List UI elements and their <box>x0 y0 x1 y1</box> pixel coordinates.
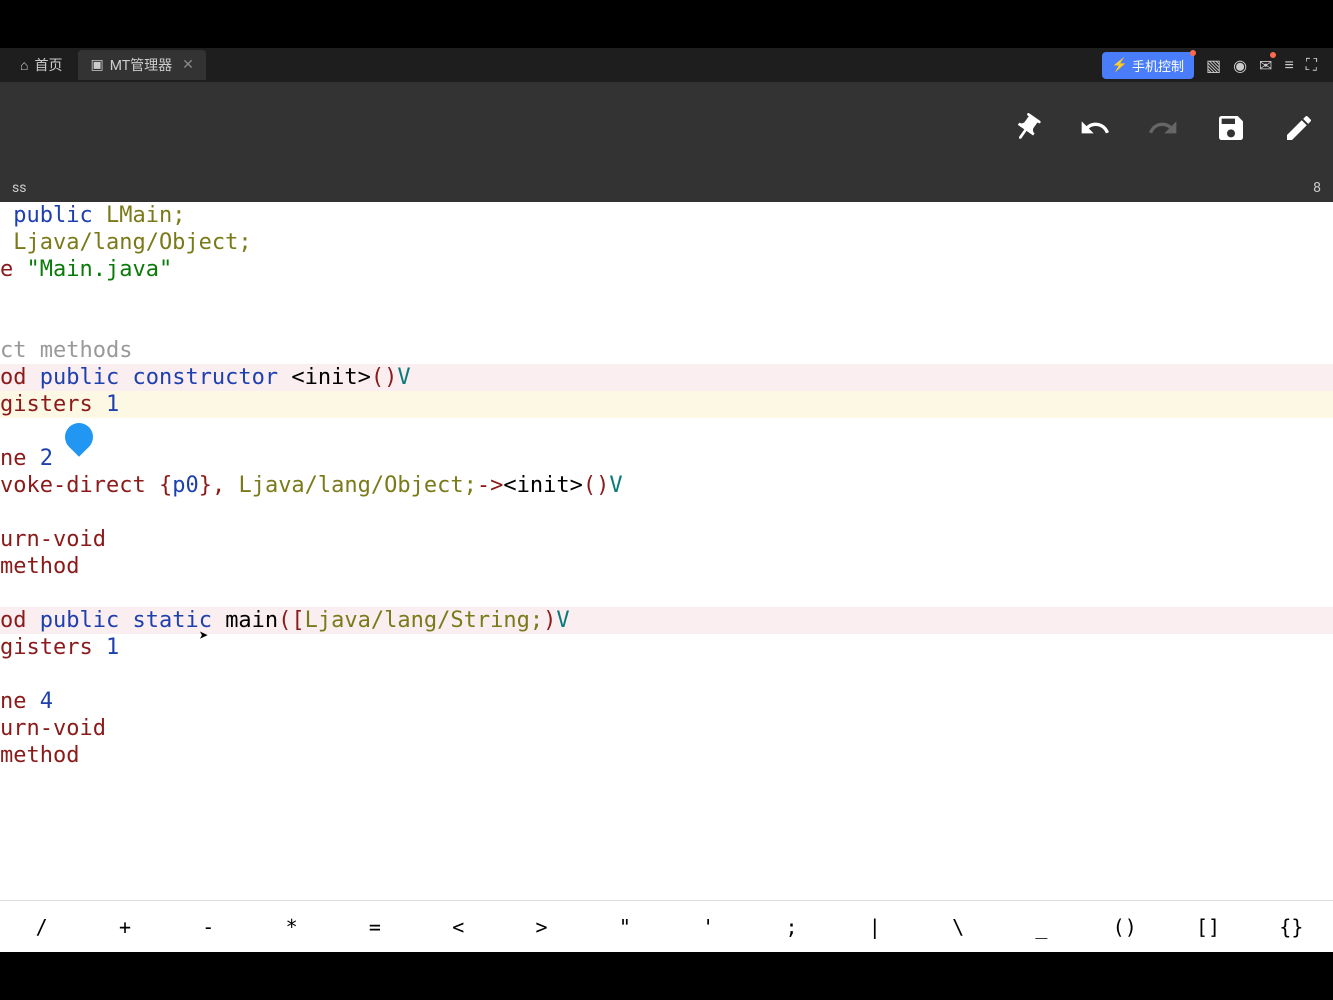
code-editor[interactable]: public LMain; Ljava/lang/Object; e "Main… <box>0 202 1333 900</box>
sym-slash[interactable]: / <box>0 915 83 939</box>
sym-underscore[interactable]: _ <box>1000 915 1083 939</box>
bolt-icon: ⚡ <box>1112 58 1128 73</box>
screenshot-icon[interactable]: ▧ <box>1206 56 1221 75</box>
sym-minus[interactable]: - <box>167 915 250 939</box>
status-bar: ss 8 <box>0 174 1333 202</box>
sym-brackets[interactable]: [] <box>1166 915 1249 939</box>
sym-plus[interactable]: + <box>83 915 166 939</box>
sym-semicolon[interactable]: ; <box>750 915 833 939</box>
app-icon: ▣ <box>90 57 103 73</box>
sym-gt[interactable]: > <box>500 915 583 939</box>
right-controls: ⚡ 手机控制 ▧ ◉ ✉ ≡ ⛶ <box>1102 52 1325 79</box>
undo-button[interactable] <box>1079 112 1111 144</box>
close-icon[interactable]: ✕ <box>182 57 194 73</box>
sym-braces[interactable]: {} <box>1250 915 1333 939</box>
user-icon[interactable]: ◉ <box>1233 56 1247 75</box>
pin-button[interactable] <box>1011 112 1043 144</box>
sym-equals[interactable]: = <box>333 915 416 939</box>
sym-parens[interactable]: () <box>1083 915 1166 939</box>
expand-icon[interactable]: ⛶ <box>1306 55 1317 75</box>
sym-backslash[interactable]: \ <box>916 915 999 939</box>
menu-icon[interactable]: ≡ <box>1284 55 1293 75</box>
phone-control-button[interactable]: ⚡ 手机控制 <box>1102 52 1194 79</box>
save-button[interactable] <box>1215 112 1247 144</box>
mail-icon[interactable]: ✉ <box>1259 56 1272 75</box>
sym-dquote[interactable]: " <box>583 915 666 939</box>
sym-star[interactable]: * <box>250 915 333 939</box>
sym-lt[interactable]: < <box>417 915 500 939</box>
status-left: ss <box>12 180 26 196</box>
tab-mt-label: MT管理器 <box>110 55 172 75</box>
tab-mt-manager[interactable]: ▣ MT管理器 ✕ <box>78 50 205 80</box>
tab-home-label: 首页 <box>34 55 62 75</box>
sym-pipe[interactable]: | <box>833 915 916 939</box>
edit-button[interactable] <box>1283 112 1315 144</box>
sym-squote[interactable]: ' <box>667 915 750 939</box>
notification-dot <box>1190 50 1196 56</box>
home-icon: ⌂ <box>20 57 28 74</box>
editor-toolbar <box>0 82 1333 174</box>
phone-control-label: 手机控制 <box>1132 56 1184 75</box>
tab-home[interactable]: ⌂ 首页 <box>8 50 74 80</box>
tab-bar: ⌂ 首页 ▣ MT管理器 ✕ ⚡ 手机控制 ▧ ◉ ✉ ≡ ⛶ <box>0 48 1333 82</box>
redo-button[interactable] <box>1147 112 1179 144</box>
mouse-pointer-icon: ➤ <box>199 622 209 649</box>
symbol-row: / + - * = < > " ' ; | \ _ () [] {} <box>0 900 1333 952</box>
status-line-number: 8 <box>1313 180 1321 196</box>
